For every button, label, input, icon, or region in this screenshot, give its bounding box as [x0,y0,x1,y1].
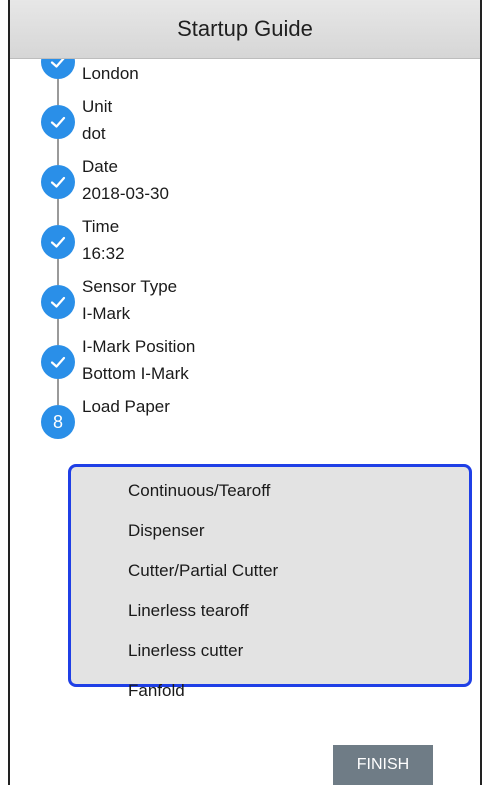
header-bar: Startup Guide [10,0,480,59]
step-item: Time ZoneLondon [10,58,480,105]
option-item[interactable]: Dispenser [71,511,469,551]
step-item: Date 2018-03-30 [10,157,480,225]
option-item[interactable]: Linerless cutter [71,631,469,671]
step-item: 8 Load Paper [10,397,480,443]
check-icon [41,345,75,379]
step-value: dot [82,124,106,143]
finish-button[interactable]: FINISH [333,745,433,785]
option-item[interactable]: Cutter/Partial Cutter [71,551,469,591]
page-title: Startup Guide [177,16,313,41]
option-item[interactable]: Linerless tearoff [71,591,469,631]
step-label: Unit [82,97,113,116]
step-value: 16:32 [82,244,125,263]
step-label: I-Mark Position [82,337,196,356]
check-icon [41,225,75,259]
load-paper-options: Continuous/Tearoff Dispenser Cutter/Partia… [68,464,472,700]
step-value: 2018-03-30 [82,184,169,203]
step-label: Time [82,217,120,236]
check-icon [41,58,75,79]
check-icon [41,285,75,319]
step-label: Date [82,157,118,176]
step-value: London [82,64,139,83]
step-value: Bottom I-Mark [82,364,189,383]
option-item[interactable]: Fanfold [71,671,469,711]
step-number: 8 [41,405,75,439]
step-list: Time ZoneLondonUnit dot Date 2018-03-30 Time… [10,58,480,443]
step-item: Unit dot [10,97,480,165]
step-value: I-Mark [82,304,131,323]
check-icon [41,105,75,139]
step-label: Sensor Type [82,277,178,296]
step-item: Time 16:32 [10,217,480,285]
startup-guide-screen: Startup Guide Time ZoneLondonUnit dot Date… [8,0,482,785]
option-item[interactable]: Continuous/Tearoff [71,471,469,511]
step-label: Load Paper [82,397,170,416]
check-icon [41,165,75,199]
step-item: Sensor Type I-Mark [10,277,480,345]
step-item: I-Mark Position Bottom I-Mark [10,337,480,405]
